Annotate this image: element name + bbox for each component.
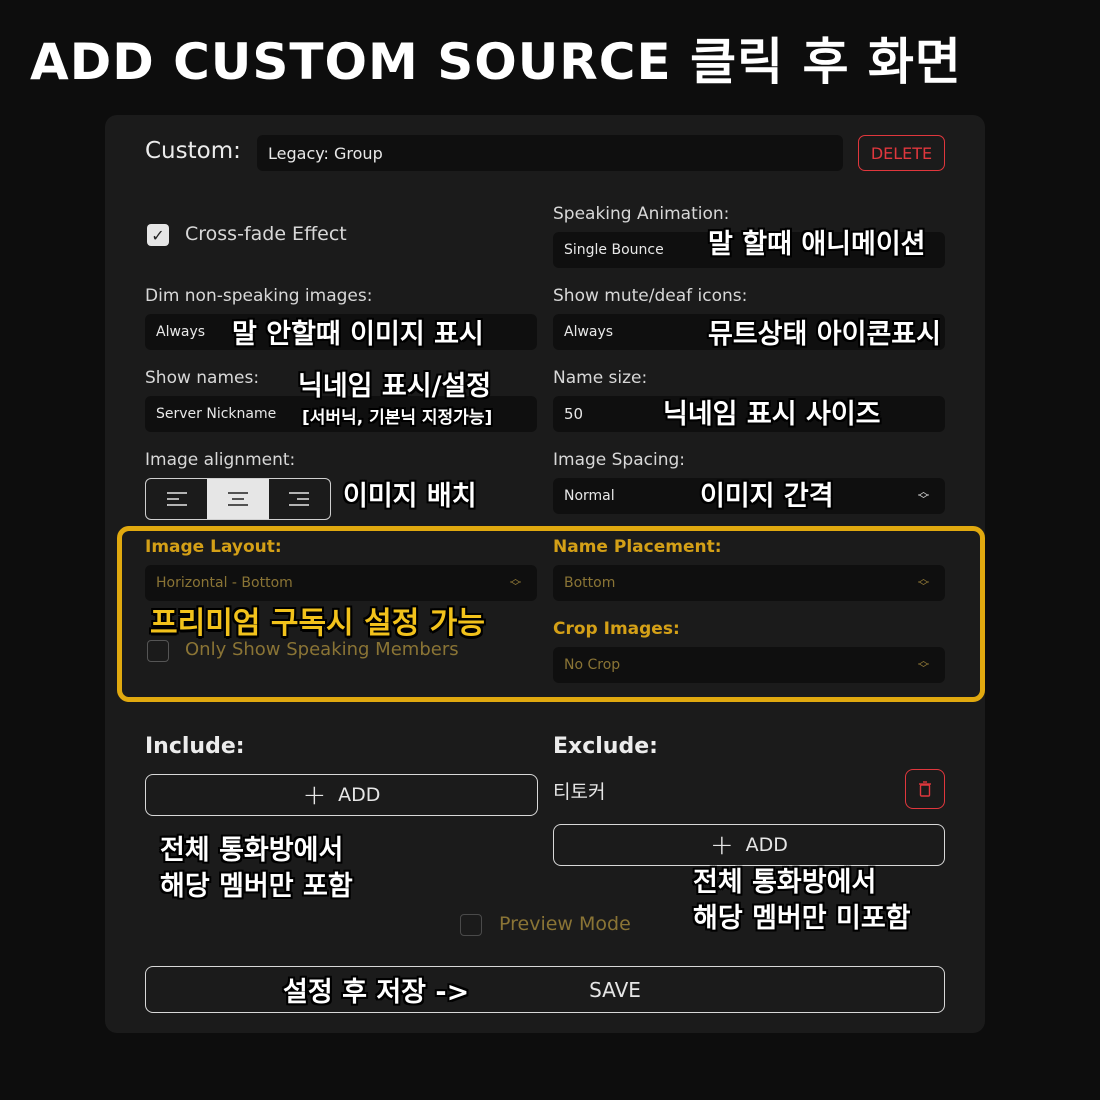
align-left-button[interactable] <box>146 479 207 519</box>
crop-images-label: Crop Images: <box>553 619 680 639</box>
annotation-exclude-line2: 해당 멤버만 미포함 <box>693 903 911 934</box>
align-right-button[interactable] <box>269 479 330 519</box>
chevron-updown-icon: ︿ ﹀ <box>510 572 521 593</box>
annotation-speaking-animation: 말 할때 애니메이션 <box>708 229 926 260</box>
only-speaking-label: Only Show Speaking Members <box>185 639 459 660</box>
annotation-image-spacing: 이미지 간격 <box>700 481 834 512</box>
mute-icons-value: Always <box>564 324 614 340</box>
delete-button[interactable]: DELETE <box>858 135 945 171</box>
checkmark-icon: ✓ <box>151 225 165 245</box>
image-alignment-label: Image alignment: <box>145 450 296 470</box>
preview-mode-checkbox[interactable] <box>460 914 482 936</box>
name-placement-value: Bottom <box>564 575 616 591</box>
image-alignment-group <box>145 478 331 520</box>
show-names-value: Server Nickname <box>156 406 277 422</box>
annotation-show-names: 닉네임 표시/설정 <box>298 371 492 402</box>
page-headline: ADD CUSTOM SOURCE 클릭 후 화면 <box>30 33 962 91</box>
crop-images-value: No Crop <box>564 657 621 673</box>
include-label: Include: <box>145 734 245 759</box>
dim-images-label: Dim non-speaking images: <box>145 286 373 306</box>
remove-member-button[interactable] <box>905 769 945 809</box>
image-layout-value: Horizontal - Bottom <box>156 575 293 591</box>
chevron-updown-icon: ︿ ﹀ <box>918 654 929 675</box>
exclude-label: Exclude: <box>553 734 658 759</box>
image-layout-select[interactable]: Horizontal - Bottom ︿ ﹀ <box>145 565 537 601</box>
exclude-member-name: 티토커 <box>553 781 606 803</box>
annotation-dim-images: 말 안할때 이미지 표시 <box>232 319 484 350</box>
crossfade-checkbox[interactable]: ✓ <box>147 224 169 246</box>
custom-label: Custom: <box>145 138 241 164</box>
plus-icon: + <box>710 828 734 861</box>
annotation-save: 설정 후 저장 -> <box>283 977 470 1008</box>
annotation-mute-icons: 뮤트상태 아이콘표시 <box>708 319 941 350</box>
image-spacing-value: Normal <box>564 488 615 504</box>
save-button[interactable]: SAVE <box>145 966 945 1013</box>
chevron-updown-icon: ︿ ﹀ <box>918 572 929 593</box>
annotation-image-alignment: 이미지 배치 <box>343 481 477 512</box>
plus-icon: + <box>302 778 327 811</box>
speaking-animation-value: Single Bounce <box>564 242 664 258</box>
image-layout-label: Image Layout: <box>145 537 282 557</box>
save-label: SAVE <box>589 977 641 1002</box>
only-speaking-checkbox[interactable] <box>147 640 169 662</box>
crop-images-select[interactable]: No Crop ︿ ﹀ <box>553 647 945 683</box>
annotation-include-line1: 전체 통화방에서 <box>160 835 344 866</box>
exclude-add-label: ADD <box>745 834 788 856</box>
preview-mode-label: Preview Mode <box>499 913 631 935</box>
name-size-label: Name size: <box>553 368 648 388</box>
show-names-label: Show names: <box>145 368 260 388</box>
chevron-updown-icon: ︿ ﹀ <box>918 485 929 506</box>
annotation-name-size: 닉네임 표시 사이즈 <box>663 399 881 430</box>
annotation-exclude-line1: 전체 통화방에서 <box>693 867 877 898</box>
mute-icons-label: Show mute/deaf icons: <box>553 286 748 306</box>
name-placement-label: Name Placement: <box>553 537 722 557</box>
name-size-value: 50 <box>564 405 584 423</box>
crossfade-label: Cross-fade Effect <box>185 223 347 245</box>
annotation-premium: 프리미엄 구독시 설정 가능 <box>150 606 485 641</box>
name-placement-select[interactable]: Bottom ︿ ﹀ <box>553 565 945 601</box>
align-left-icon <box>166 492 187 506</box>
annotation-include-line2: 해당 멤버만 포함 <box>160 871 353 902</box>
align-center-icon <box>227 492 248 506</box>
dim-images-value: Always <box>156 324 206 340</box>
align-right-icon <box>289 492 310 506</box>
trash-icon <box>919 781 931 797</box>
custom-name-input[interactable]: Legacy: Group <box>257 135 843 171</box>
image-spacing-label: Image Spacing: <box>553 450 686 470</box>
speaking-animation-label: Speaking Animation: <box>553 204 730 224</box>
custom-name-value: Legacy: Group <box>268 143 383 163</box>
include-add-button[interactable]: + ADD <box>145 774 538 816</box>
include-add-label: ADD <box>338 784 381 806</box>
align-center-button[interactable] <box>207 479 269 519</box>
annotation-show-names-sub: [서버닉, 기본닉 지정가능] <box>302 408 493 428</box>
